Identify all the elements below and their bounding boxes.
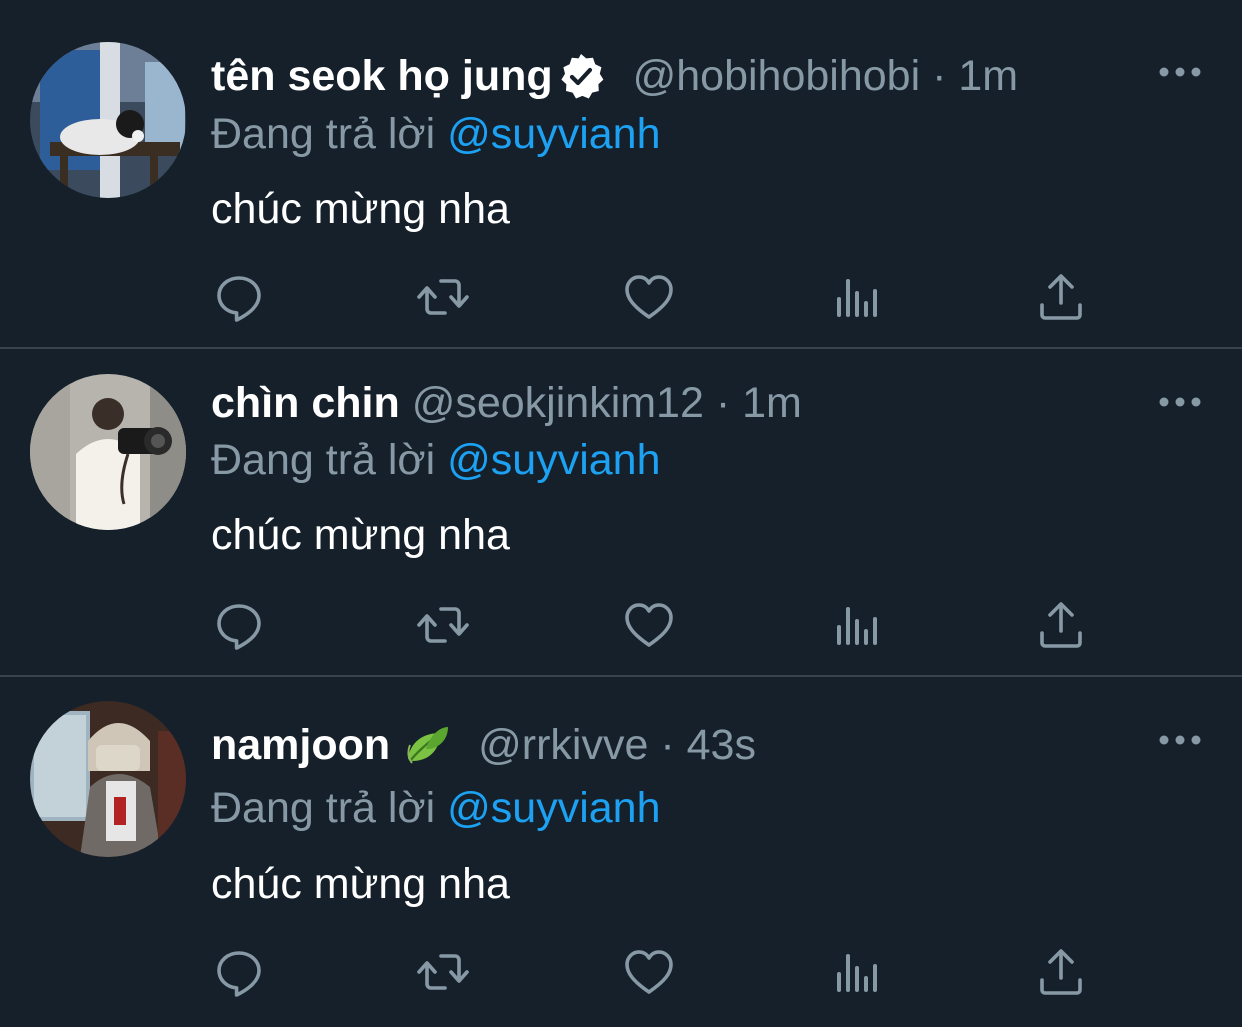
stats-icon[interactable] xyxy=(828,944,884,1000)
leaf-emoji-icon xyxy=(407,727,449,764)
replying-to-line: Đang trả lời @suyvianh xyxy=(211,434,661,486)
tweet-header: namjoon @rrkivve · 43s xyxy=(211,719,756,771)
retweet-icon[interactable] xyxy=(415,944,471,1000)
tweet-text: chúc mừng nha xyxy=(211,185,510,233)
retweet-icon[interactable] xyxy=(415,269,471,325)
display-name[interactable]: chìn chin xyxy=(211,379,400,427)
replying-to-label: Đang trả lời xyxy=(211,784,436,832)
reply-icon[interactable] xyxy=(211,597,267,653)
like-icon[interactable] xyxy=(621,269,677,325)
stats-icon[interactable] xyxy=(828,597,884,653)
replying-to-label: Đang trả lời xyxy=(211,436,436,484)
retweet-icon[interactable] xyxy=(415,597,471,653)
replying-to-line: Đang trả lời @suyvianh xyxy=(211,782,661,834)
reply-icon[interactable] xyxy=(211,269,267,325)
like-icon[interactable] xyxy=(621,597,677,653)
avatar[interactable] xyxy=(30,374,186,530)
tweet-header: chìn chin @seokjinkim12 · 1m xyxy=(211,377,802,429)
tweet-text: chúc mừng nha xyxy=(211,860,510,908)
timestamp[interactable]: 1m xyxy=(742,379,802,427)
timestamp[interactable]: 1m xyxy=(958,52,1018,100)
tweet-reply-1[interactable]: tên seok họ jung @hobihobihobi · 1m Đang… xyxy=(0,0,1242,349)
verified-badge-icon xyxy=(561,54,604,99)
display-name[interactable]: tên seok họ jung xyxy=(211,52,553,100)
tweet-header: tên seok họ jung @hobihobihobi · 1m xyxy=(211,50,1018,102)
tweet-actions xyxy=(211,597,1211,653)
replying-to-label: Đang trả lời xyxy=(211,110,436,158)
avatar[interactable] xyxy=(30,701,186,857)
timestamp[interactable]: 43s xyxy=(687,721,756,769)
stats-icon[interactable] xyxy=(828,269,884,325)
tweet-text: chúc mừng nha xyxy=(211,511,510,559)
replying-to-line: Đang trả lời @suyvianh xyxy=(211,108,661,160)
more-options-icon[interactable] xyxy=(1156,62,1204,82)
more-options-icon[interactable] xyxy=(1156,392,1204,412)
like-icon[interactable] xyxy=(621,944,677,1000)
tweet-reply-2[interactable]: chìn chin @seokjinkim12 · 1m Đang trả lờ… xyxy=(0,349,1242,677)
user-handle[interactable]: @hobihobihobi xyxy=(633,52,921,100)
user-handle[interactable]: @seokjinkim12 xyxy=(412,379,704,427)
separator-dot: · xyxy=(715,379,731,427)
avatar[interactable] xyxy=(30,42,186,198)
tweet-actions xyxy=(211,944,1211,1000)
reply-mention-link[interactable]: @suyvianh xyxy=(447,784,660,832)
reply-icon[interactable] xyxy=(211,944,267,1000)
display-name[interactable]: namjoon xyxy=(211,721,390,769)
more-options-icon[interactable] xyxy=(1156,730,1204,750)
reply-mention-link[interactable]: @suyvianh xyxy=(447,110,660,158)
share-icon[interactable] xyxy=(1033,597,1089,653)
share-icon[interactable] xyxy=(1033,269,1089,325)
separator-dot: · xyxy=(660,721,675,769)
separator-dot: · xyxy=(932,52,947,100)
reply-mention-link[interactable]: @suyvianh xyxy=(447,436,660,484)
tweet-reply-3[interactable]: namjoon @rrkivve · 43s Đang trả lời @suy… xyxy=(0,677,1242,1027)
share-icon[interactable] xyxy=(1033,944,1089,1000)
user-handle[interactable]: @rrkivve xyxy=(478,721,648,769)
tweet-actions xyxy=(211,269,1211,325)
